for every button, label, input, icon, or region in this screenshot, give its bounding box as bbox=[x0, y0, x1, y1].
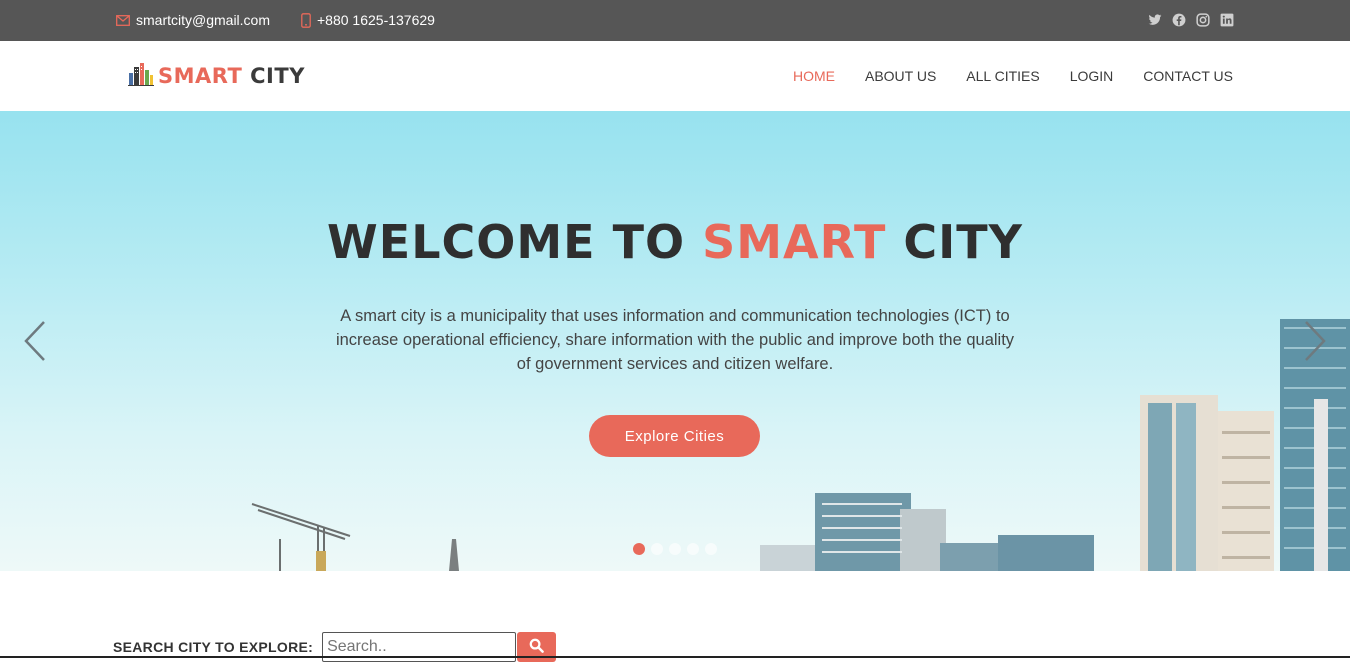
hero-title-accent: SMART bbox=[702, 215, 887, 269]
hero-title: WELCOME TO SMART CITY bbox=[0, 215, 1350, 269]
carousel-dot[interactable] bbox=[651, 543, 663, 555]
twitter-icon[interactable] bbox=[1148, 13, 1162, 27]
facebook-icon[interactable] bbox=[1172, 13, 1186, 27]
carousel-dot[interactable] bbox=[669, 543, 681, 555]
linkedin-icon[interactable] bbox=[1220, 13, 1234, 27]
envelope-icon bbox=[116, 14, 130, 26]
nav-menu: HOME ABOUT US ALL CITIES LOGIN CONTACT U… bbox=[793, 68, 1233, 84]
nav-item-contact-us[interactable]: CONTACT US bbox=[1143, 68, 1233, 84]
hero-carousel: WELCOME TO SMART CITY A smart city is a … bbox=[0, 111, 1350, 571]
brand-name: SMART CITY bbox=[158, 64, 305, 88]
top-bar: smartcity@gmail.com +880 1625-137629 bbox=[0, 0, 1350, 41]
search-label: SEARCH CITY TO EXPLORE: bbox=[113, 639, 314, 655]
brand-word-city: CITY bbox=[250, 63, 305, 88]
search-icon bbox=[529, 638, 544, 656]
nav-item-login[interactable]: LOGIN bbox=[1070, 68, 1114, 84]
carousel-dot[interactable] bbox=[633, 543, 645, 555]
brand-word-smart: SMART bbox=[158, 63, 243, 88]
phone-contact[interactable]: +880 1625-137629 bbox=[301, 12, 435, 28]
carousel-dot[interactable] bbox=[687, 543, 699, 555]
phone-icon bbox=[301, 12, 311, 28]
chevron-right-icon bbox=[1300, 321, 1330, 367]
city-skyline-icon bbox=[128, 60, 154, 91]
explore-cities-button[interactable]: Explore Cities bbox=[589, 415, 760, 457]
carousel-prev-button[interactable] bbox=[20, 319, 50, 363]
brand-logo[interactable]: SMART CITY bbox=[128, 60, 305, 91]
carousel-dot[interactable] bbox=[705, 543, 717, 555]
email-text: smartcity@gmail.com bbox=[136, 12, 271, 28]
nav-item-home[interactable]: HOME bbox=[793, 68, 835, 84]
hero-title-part2: CITY bbox=[903, 215, 1023, 269]
hero-title-part1: WELCOME TO bbox=[327, 215, 686, 269]
chevron-left-icon bbox=[20, 321, 50, 367]
nav-item-about-us[interactable]: ABOUT US bbox=[865, 68, 936, 84]
phone-text: +880 1625-137629 bbox=[317, 12, 435, 28]
carousel-indicators bbox=[633, 543, 717, 555]
hero-description: A smart city is a municipality that uses… bbox=[335, 307, 1015, 373]
email-contact[interactable]: smartcity@gmail.com bbox=[116, 12, 270, 28]
instagram-icon[interactable] bbox=[1196, 13, 1210, 27]
carousel-next-button[interactable] bbox=[1300, 319, 1330, 363]
nav-item-all-cities[interactable]: ALL CITIES bbox=[966, 68, 1039, 84]
main-navbar: SMART CITY HOME ABOUT US ALL CITIES LOGI… bbox=[0, 41, 1350, 111]
social-links bbox=[1148, 13, 1234, 27]
